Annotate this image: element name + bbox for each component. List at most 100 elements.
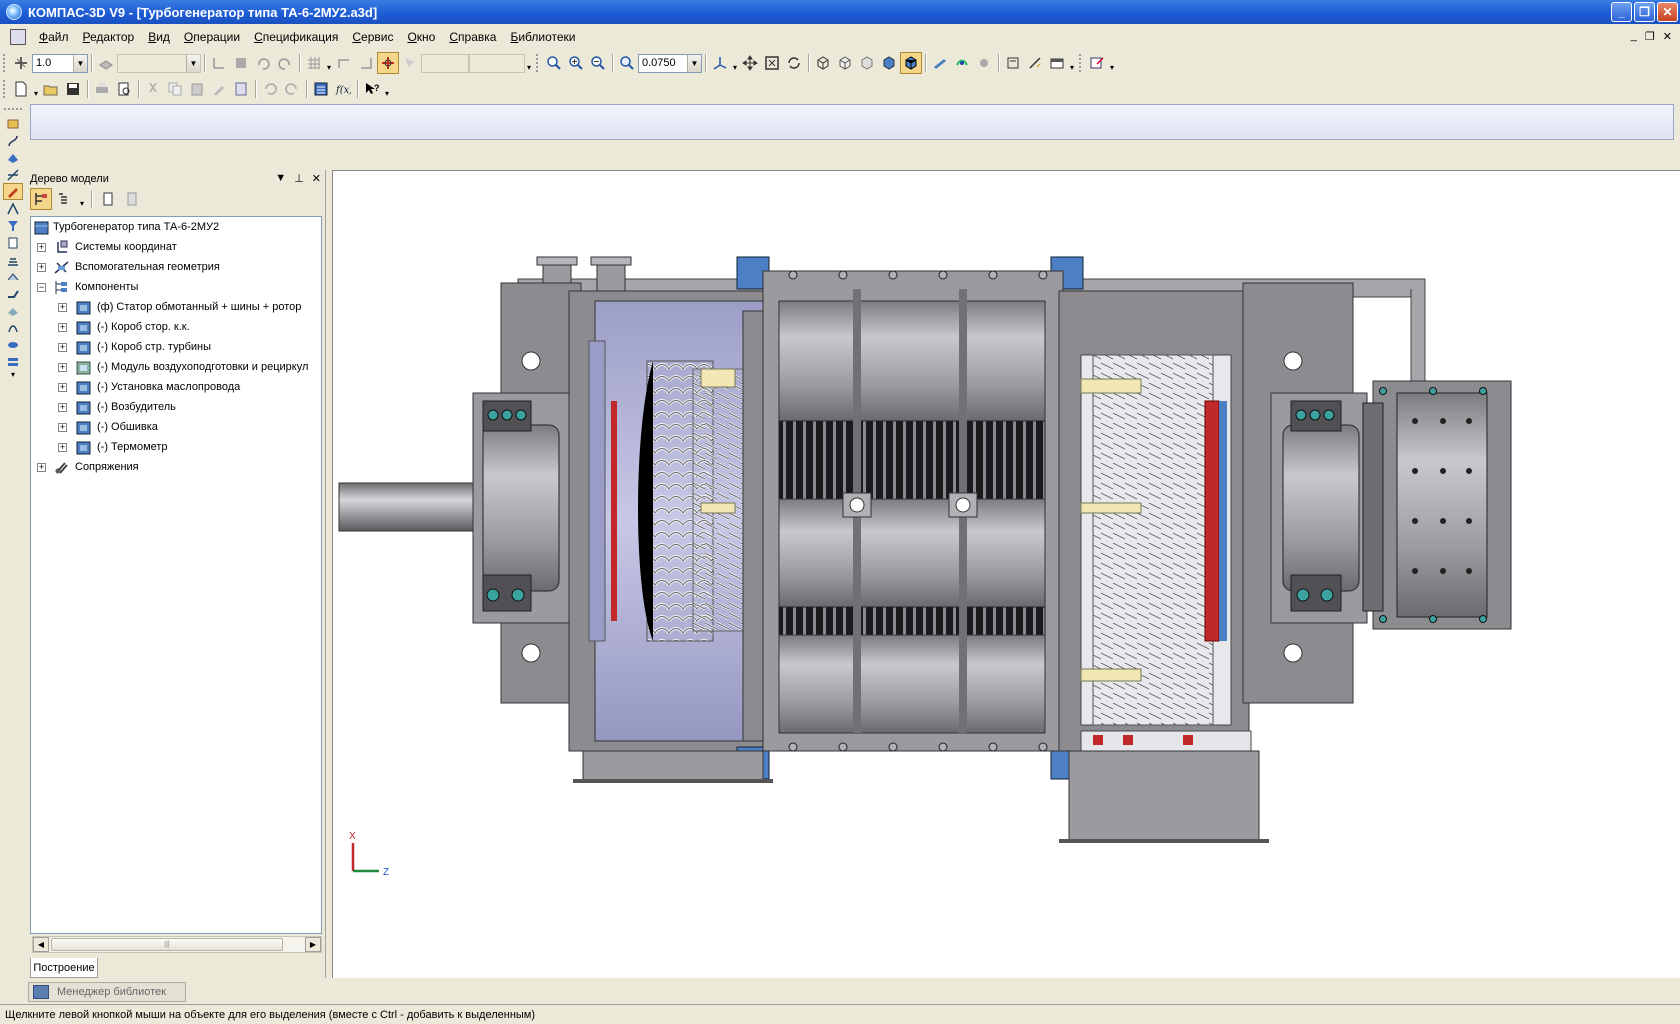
- elements-icon[interactable]: [3, 302, 23, 319]
- tree-item-cladding[interactable]: + (-) Обшивка: [31, 417, 321, 437]
- zoom-combo[interactable]: 0.0750 ▼: [638, 53, 702, 73]
- assembly-edit-icon[interactable]: [3, 183, 23, 200]
- zoom-all-icon[interactable]: [761, 52, 783, 74]
- zoom-window-icon[interactable]: [543, 52, 565, 74]
- zoom-scale-icon[interactable]: [616, 52, 638, 74]
- format-copy-icon[interactable]: [208, 78, 230, 100]
- toolbar-overflow-icon[interactable]: ▾: [11, 370, 15, 379]
- chevron-down-icon[interactable]: ▼: [275, 172, 286, 185]
- menu-specification[interactable]: Спецификация: [247, 30, 345, 44]
- chevron-down-icon[interactable]: ▼: [687, 54, 701, 72]
- tree-item-air-module[interactable]: + (-) Модуль воздухоподготовки и рецирку…: [31, 357, 321, 377]
- aux-geometry-icon[interactable]: [3, 166, 23, 183]
- hidden-lines-icon[interactable]: [834, 52, 856, 74]
- tab-build[interactable]: Построение: [30, 958, 98, 978]
- chevron-down-icon[interactable]: ▾: [325, 54, 333, 72]
- kompas-app-icon[interactable]: [6, 4, 22, 20]
- toolbar-grip[interactable]: [536, 54, 540, 72]
- dimensions-tool-icon[interactable]: [3, 200, 23, 217]
- stack-icon[interactable]: [3, 353, 23, 370]
- cursor-coords-icon[interactable]: [399, 52, 421, 74]
- reports-icon[interactable]: [3, 251, 23, 268]
- fill-icon[interactable]: [230, 52, 252, 74]
- toolbar-grip[interactable]: [1079, 54, 1083, 72]
- paste-icon[interactable]: [186, 78, 208, 100]
- cut-icon[interactable]: [142, 78, 164, 100]
- specification-tool-icon[interactable]: [3, 234, 23, 251]
- chevron-down-icon[interactable]: ▾: [731, 54, 739, 72]
- variables-icon[interactable]: [310, 78, 332, 100]
- scroll-left-icon[interactable]: ◀: [33, 937, 49, 952]
- menu-libraries[interactable]: Библиотеки: [503, 30, 582, 44]
- cable-icon[interactable]: [3, 319, 23, 336]
- model-tree-header[interactable]: Дерево модели ▼ ⊥ ✕: [28, 170, 325, 188]
- toolbar-grip[interactable]: [3, 80, 7, 98]
- redo-icon[interactable]: [281, 78, 303, 100]
- title-bar[interactable]: КОМПАС-3D V9 - [Турбогенератор типа ТА-6…: [0, 0, 1680, 24]
- minimize-button[interactable]: _: [1611, 2, 1632, 22]
- toolbar-overflow-icon[interactable]: ▾: [1108, 54, 1116, 72]
- expand-icon[interactable]: +: [58, 342, 67, 352]
- chevron-down-icon[interactable]: ▼: [186, 54, 200, 72]
- coord-y-field[interactable]: [469, 53, 525, 73]
- sheet-metal-icon[interactable]: [3, 268, 23, 285]
- array-icon[interactable]: [3, 336, 23, 353]
- toolbar-overflow-icon[interactable]: ▾: [383, 80, 391, 98]
- expand-icon[interactable]: +: [58, 362, 67, 372]
- surfaces-icon[interactable]: [3, 149, 23, 166]
- model-viewport[interactable]: X Z: [332, 170, 1680, 978]
- tree-item-box-side[interactable]: + (-) Короб стор. к.к.: [31, 317, 321, 337]
- tree-structure-icon[interactable]: [30, 188, 52, 210]
- zoom-in-icon[interactable]: [565, 52, 587, 74]
- properties-icon[interactable]: [1046, 52, 1068, 74]
- shaft-left[interactable]: [338, 482, 490, 532]
- pan-icon[interactable]: [739, 52, 761, 74]
- zoom-out-icon[interactable]: [587, 52, 609, 74]
- rotor[interactable]: [778, 498, 1046, 608]
- snap-grid-icon[interactable]: [10, 52, 32, 74]
- mdi-minimize-button[interactable]: _: [1631, 30, 1637, 43]
- chevron-down-icon[interactable]: ▼: [73, 54, 87, 72]
- collapse-icon[interactable]: −: [37, 282, 46, 292]
- layer-icon[interactable]: [95, 52, 117, 74]
- chevron-down-icon[interactable]: ▾: [32, 80, 40, 98]
- mdi-close-button[interactable]: ✕: [1663, 30, 1672, 43]
- tree-item-thermometer[interactable]: + (-) Термометр: [31, 437, 321, 457]
- menu-help[interactable]: Справка: [442, 30, 503, 44]
- library-edit-icon[interactable]: [1086, 52, 1108, 74]
- tree-item-box-turbine[interactable]: + (-) Короб стр. турбины: [31, 337, 321, 357]
- snap-icon[interactable]: [377, 52, 399, 74]
- dimensions-icon[interactable]: [1002, 52, 1024, 74]
- close-button[interactable]: ✕: [1657, 2, 1678, 22]
- stator-core[interactable]: [778, 420, 1046, 500]
- tree-item-coordinate-systems[interactable]: + Системы координат: [31, 237, 321, 257]
- local-cs-icon[interactable]: [208, 52, 230, 74]
- step-combo[interactable]: 1.0 ▼: [32, 53, 88, 73]
- coord-x-field[interactable]: [421, 53, 469, 73]
- wireframe-icon[interactable]: [812, 52, 834, 74]
- close-icon[interactable]: ✕: [312, 172, 321, 185]
- rotate-view-icon[interactable]: [783, 52, 805, 74]
- maximize-button[interactable]: ❐: [1634, 2, 1655, 22]
- grid-icon[interactable]: [303, 52, 325, 74]
- toolbar-overflow-icon[interactable]: ▾: [525, 54, 533, 72]
- context-help-icon[interactable]: ?: [361, 78, 383, 100]
- expand-icon[interactable]: +: [58, 382, 67, 392]
- orientation-icon[interactable]: [709, 52, 731, 74]
- pin-icon[interactable]: ⊥: [294, 172, 304, 185]
- expand-icon[interactable]: +: [37, 462, 46, 472]
- tree-order-icon[interactable]: [121, 188, 143, 210]
- tree-item-oil-line[interactable]: + (-) Установка маслопровода: [31, 377, 321, 397]
- expand-icon[interactable]: +: [58, 322, 67, 332]
- menu-view[interactable]: Вид: [141, 30, 177, 44]
- toolbar-overflow-icon[interactable]: ▾: [1068, 54, 1076, 72]
- tree-view-mode-icon[interactable]: [54, 188, 76, 210]
- scroll-right-icon[interactable]: ▶: [305, 937, 321, 952]
- undo-icon[interactable]: [259, 78, 281, 100]
- tree-item-exciter[interactable]: + (-) Возбудитель: [31, 397, 321, 417]
- measure-icon[interactable]: [1024, 52, 1046, 74]
- pipeline-icon[interactable]: [3, 285, 23, 302]
- toolbar-grip[interactable]: [3, 54, 7, 72]
- copy-icon[interactable]: [164, 78, 186, 100]
- support-foot-left[interactable]: [582, 750, 764, 782]
